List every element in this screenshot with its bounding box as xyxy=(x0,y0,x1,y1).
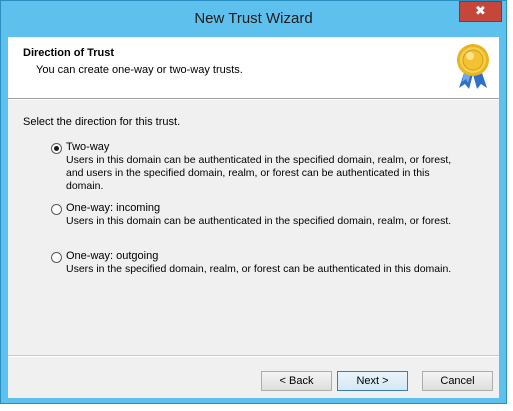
option-one-way-incoming-description: Users in this domain can be authenticate… xyxy=(66,215,452,227)
option-one-way-outgoing-label[interactable]: One-way: outgoing xyxy=(66,250,158,262)
next-button[interactable]: Next > xyxy=(337,371,408,391)
radio-two-way[interactable] xyxy=(51,143,62,154)
cancel-button[interactable]: Cancel xyxy=(422,371,493,391)
page-subtitle: You can create one-way or two-way trusts… xyxy=(36,64,243,76)
option-one-way-outgoing-description: Users in the specified domain, realm, or… xyxy=(66,263,452,275)
option-two-way-description: Users in this domain can be authenticate… xyxy=(66,154,452,192)
wizard-window: New Trust Wizard ✖ Direction of Trust Yo… xyxy=(0,0,507,404)
back-button[interactable]: < Back xyxy=(261,371,332,391)
title-bar[interactable]: New Trust Wizard ✖ xyxy=(1,1,506,37)
close-button[interactable]: ✖ xyxy=(459,1,502,22)
award-medal-icon xyxy=(457,44,489,89)
window-title: New Trust Wizard xyxy=(194,10,313,27)
page-title: Direction of Trust xyxy=(23,47,115,59)
radio-one-way-outgoing[interactable] xyxy=(51,252,62,263)
close-icon: ✖ xyxy=(475,4,486,19)
footer-separator-highlight xyxy=(8,356,499,357)
wizard-client-area: Direction of Trust You can create one-wa… xyxy=(8,37,499,398)
direction-prompt: Select the direction for this trust. xyxy=(23,116,181,128)
radio-one-way-incoming[interactable] xyxy=(51,204,62,215)
option-one-way-incoming-label[interactable]: One-way: incoming xyxy=(66,202,160,214)
option-two-way-label[interactable]: Two-way xyxy=(66,141,109,153)
wizard-content: Select the direction for this trust. Two… xyxy=(8,100,499,355)
wizard-header: Direction of Trust You can create one-wa… xyxy=(8,37,499,99)
